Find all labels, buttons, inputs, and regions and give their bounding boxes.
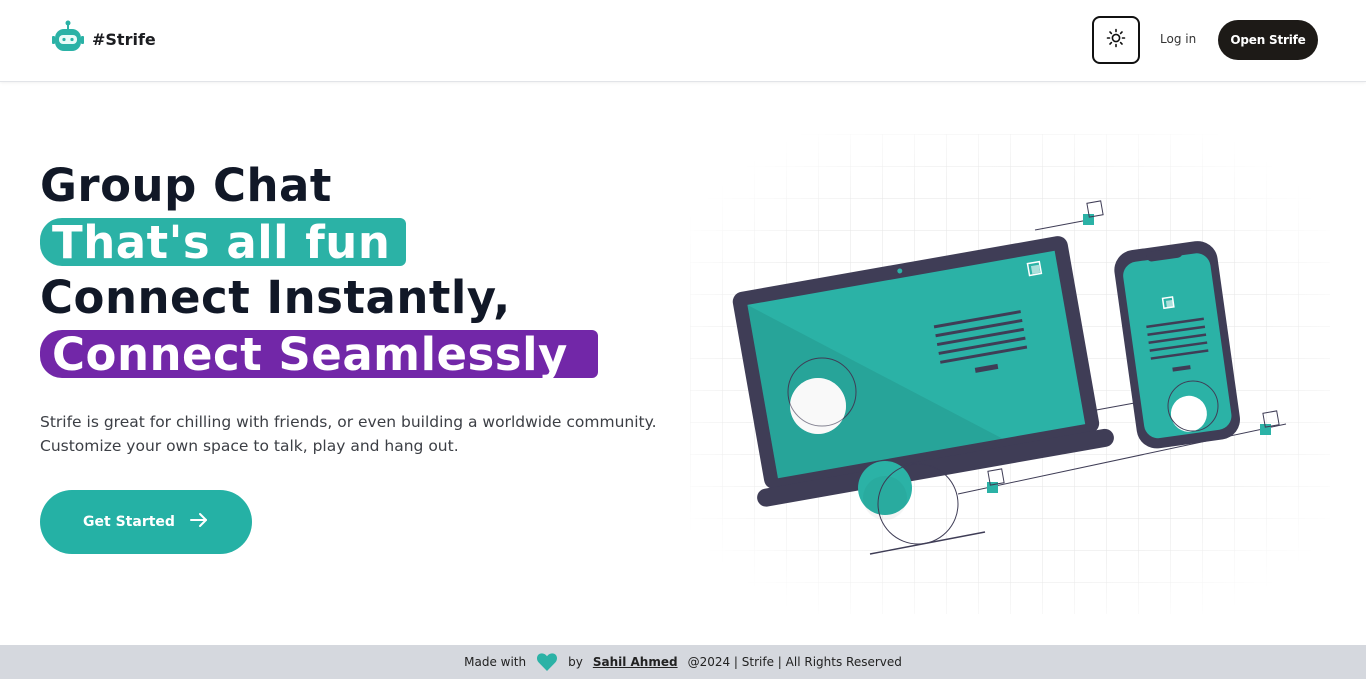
hero-illustration (690, 134, 1330, 614)
arrow-right-icon (189, 512, 209, 532)
hero-heading-line-1: Group Chat (40, 159, 332, 212)
footer-author-link[interactable]: Sahil Ahmed (593, 655, 678, 669)
hero-heading-highlight-teal: That's all fun (40, 218, 406, 268)
hero-description-line-2: Customize your own space to talk, play a… (40, 437, 459, 455)
get-started-label: Get Started (83, 514, 175, 530)
get-started-button[interactable]: Get Started (40, 490, 252, 554)
sun-icon (1106, 28, 1126, 53)
heart-icon (536, 652, 558, 672)
open-strife-button[interactable]: Open Strife (1218, 20, 1318, 60)
theme-toggle-button[interactable] (1092, 16, 1140, 64)
devices-illustration (690, 134, 1330, 614)
robot-icon (52, 20, 84, 59)
hero-heading-line-3: Connect Instantly, (40, 271, 511, 324)
footer-made-with: Made with (464, 655, 527, 669)
hero-heading-highlight-purple: Connect Seamlessly (40, 330, 598, 380)
footer-by: by (568, 655, 583, 669)
footer-rights: @2024 | Strife | All Rights Reserved (687, 655, 902, 669)
top-navbar: #Strife Log in Open Strife (0, 0, 1366, 82)
footer: Made with by Sahil Ahmed @2024 | Strife … (0, 645, 1366, 679)
login-link[interactable]: Log in (1160, 32, 1196, 46)
hero-description: Strife is great for chilling with friend… (40, 410, 670, 458)
hero-description-line-1: Strife is great for chilling with friend… (40, 413, 657, 431)
brand[interactable]: #Strife (52, 20, 156, 59)
brand-name: #Strife (92, 30, 156, 49)
